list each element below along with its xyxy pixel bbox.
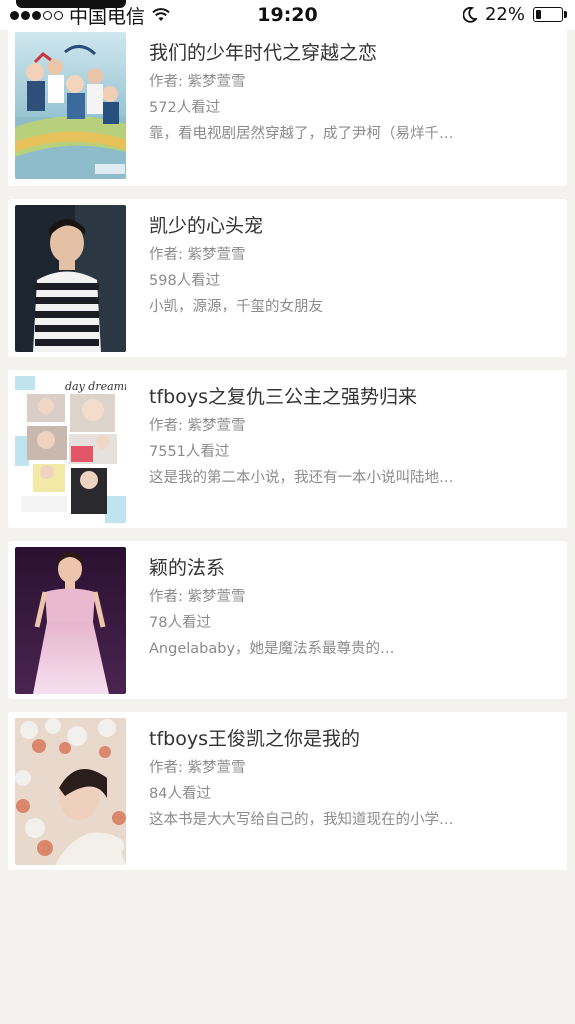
book-card[interactable]: 凯少的心头宠 作者: 紫梦萱雪 598人看过 小凯，源源，千玺的女朋友: [8, 199, 567, 357]
book-title[interactable]: 颖的法系: [149, 555, 549, 581]
book-description: 靠，看电视剧居然穿越了，成了尹柯（易烊千…: [149, 126, 454, 142]
book-card[interactable]: 我们的少年时代之穿越之恋 作者: 紫梦萱雪 572人看过 靠，看电视剧居然穿越了…: [8, 20, 567, 186]
book-card[interactable]: day dreaming tfboys之复仇三公主之强势归来 作者: 紫梦萱雪: [8, 370, 567, 528]
book-views: 78人看过: [149, 615, 211, 631]
book-title[interactable]: tfboys之复仇三公主之强势归来: [149, 384, 549, 410]
moon-icon: [462, 6, 477, 23]
book-views: 7551人看过: [149, 444, 230, 460]
camera-notch: [16, 0, 126, 8]
book-views: 598人看过: [149, 273, 221, 289]
book-description: Angelababy，她是魔法系最尊贵的…: [149, 641, 395, 657]
status-right: 22%: [462, 4, 567, 25]
book-views: 572人看过: [149, 100, 221, 116]
cover-title-text: day dreaming: [65, 380, 126, 393]
book-info: tfboys之复仇三公主之强势归来 作者: 紫梦萱雪 7551人看过 这是我的第…: [149, 384, 549, 488]
book-info: tfboys王俊凯之你是我的 作者: 紫梦萱雪 84人看过 这本书是大大写给自己…: [149, 726, 549, 830]
book-list: 我们的少年时代之穿越之恋 作者: 紫梦萱雪 572人看过 靠，看电视剧居然穿越了…: [8, 20, 567, 883]
book-info: 颖的法系 作者: 紫梦萱雪 78人看过 Angelababy，她是魔法系最尊贵的…: [149, 555, 549, 659]
battery-percent: 22%: [484, 4, 525, 25]
book-title[interactable]: 凯少的心头宠: [149, 213, 549, 239]
book-card[interactable]: 颖的法系 作者: 紫梦萱雪 78人看过 Angelababy，她是魔法系最尊贵的…: [8, 541, 567, 699]
book-cover-image[interactable]: [15, 205, 126, 352]
book-cover-image[interactable]: day dreaming: [15, 376, 126, 523]
book-title[interactable]: 我们的少年时代之穿越之恋: [149, 40, 549, 66]
book-cover-image[interactable]: [15, 32, 126, 179]
book-card[interactable]: tfboys王俊凯之你是我的 作者: 紫梦萱雪 84人看过 这本书是大大写给自己…: [8, 712, 567, 870]
book-author: 作者: 紫梦萱雪: [149, 418, 246, 434]
book-description: 小凯，源源，千玺的女朋友: [149, 299, 323, 315]
battery-icon: [533, 7, 567, 22]
book-author: 作者: 紫梦萱雪: [149, 247, 246, 263]
book-author: 作者: 紫梦萱雪: [149, 589, 246, 605]
book-info: 凯少的心头宠 作者: 紫梦萱雪 598人看过 小凯，源源，千玺的女朋友: [149, 213, 549, 317]
book-views: 84人看过: [149, 786, 211, 802]
book-author: 作者: 紫梦萱雪: [149, 760, 246, 776]
battery-level: [536, 10, 541, 19]
book-description: 这本书是大大写给自己的，我知道现在的小学…: [149, 812, 454, 828]
book-author: 作者: 紫梦萱雪: [149, 74, 246, 90]
book-cover-image[interactable]: [15, 547, 126, 694]
book-cover-image[interactable]: [15, 718, 126, 865]
book-info: 我们的少年时代之穿越之恋 作者: 紫梦萱雪 572人看过 靠，看电视剧居然穿越了…: [149, 40, 549, 144]
book-title[interactable]: tfboys王俊凯之你是我的: [149, 726, 549, 752]
book-description: 这是我的第二本小说，我还有一本小说叫陆地…: [149, 470, 454, 486]
